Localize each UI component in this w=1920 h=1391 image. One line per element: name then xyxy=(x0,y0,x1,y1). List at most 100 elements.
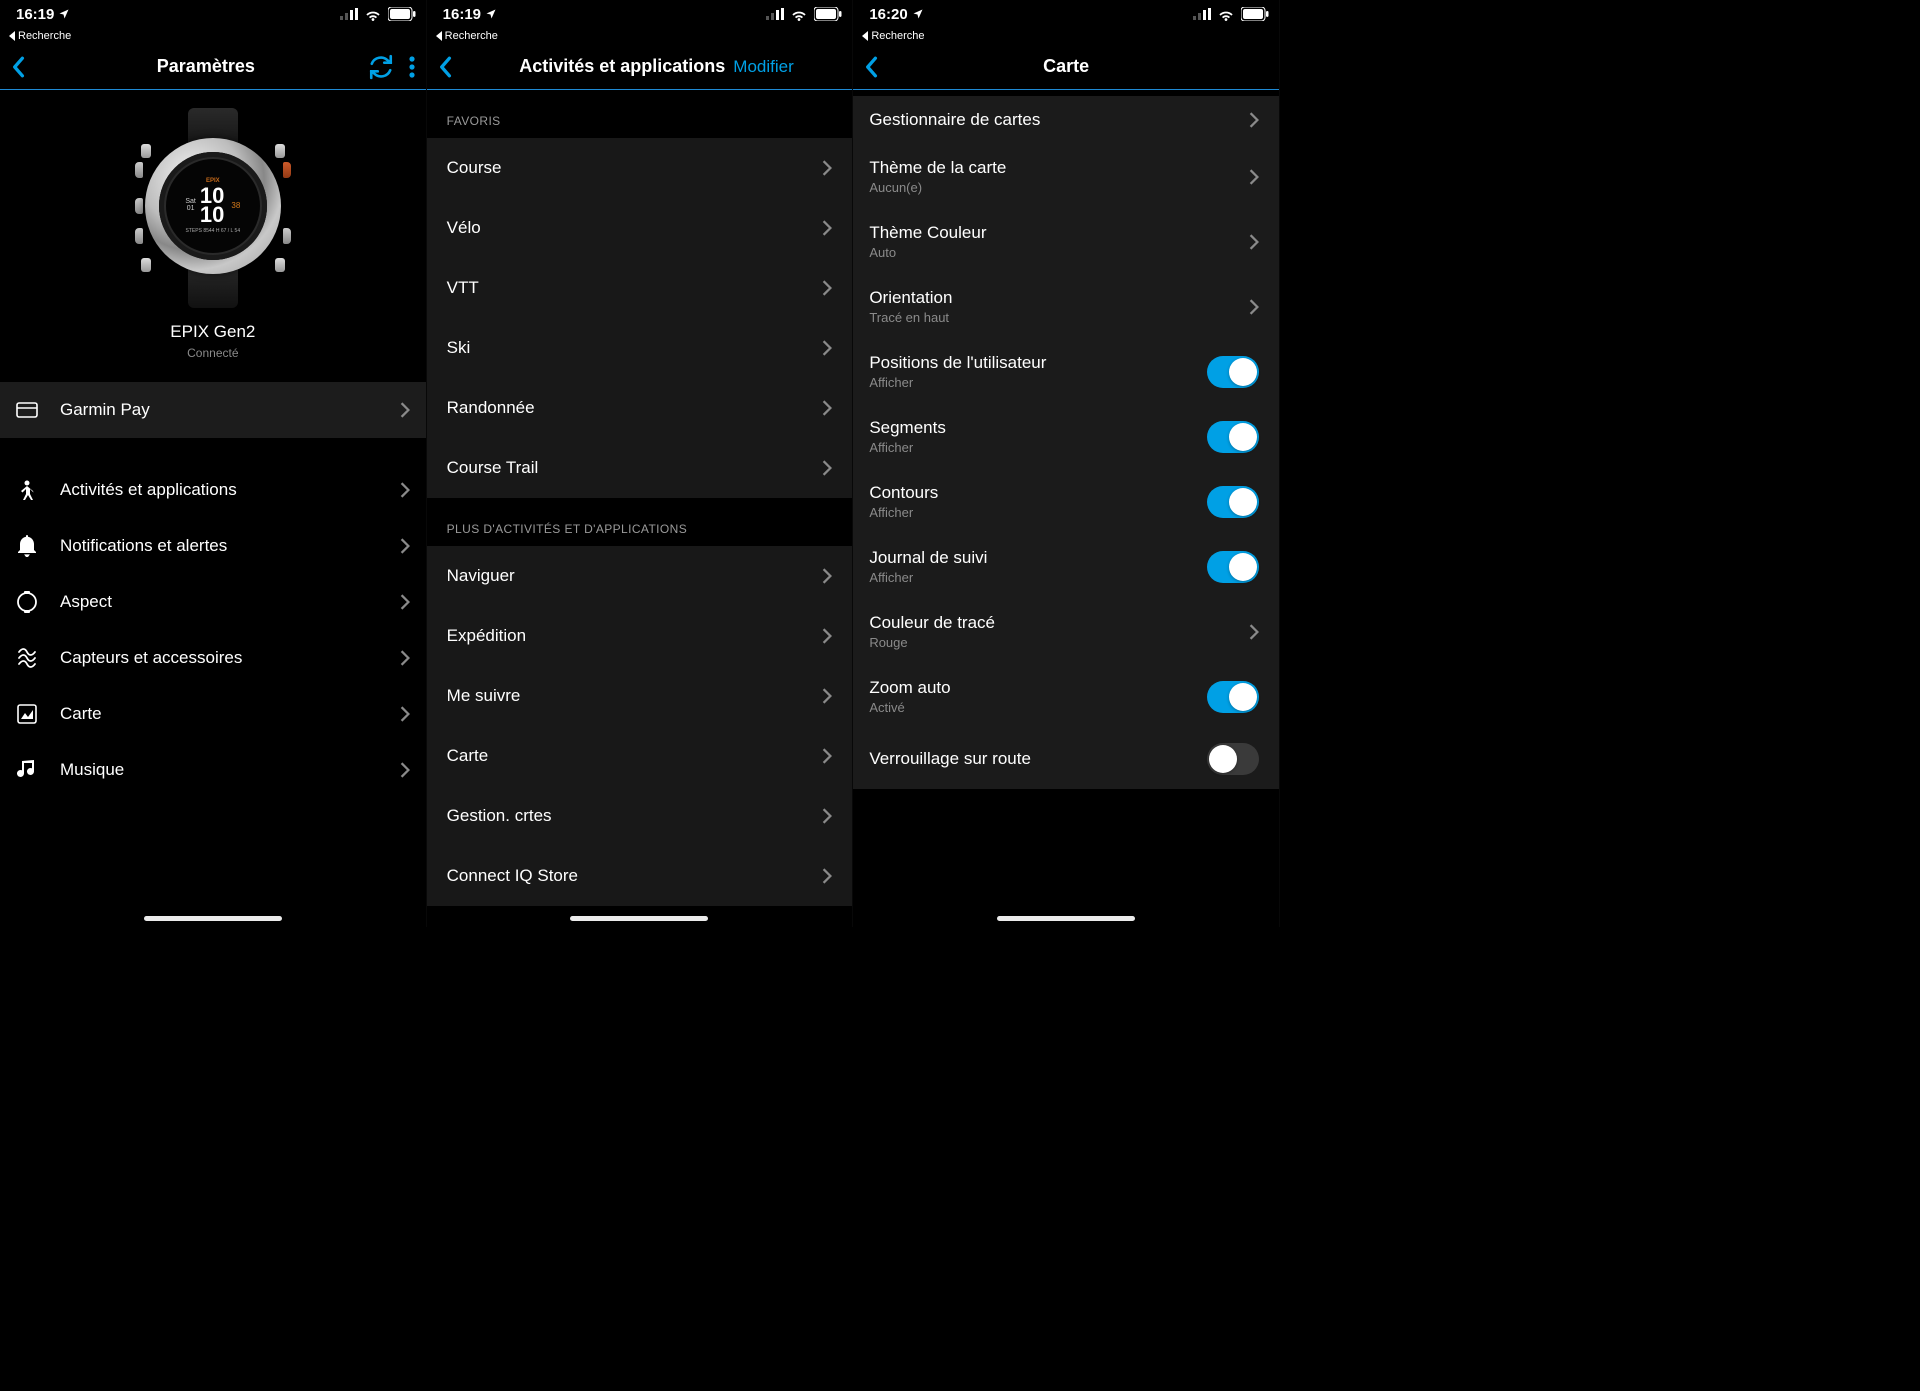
row-label: Course Trail xyxy=(447,458,539,478)
carte-row[interactable]: Contours Afficher xyxy=(853,469,1279,534)
chevron-right-icon xyxy=(1249,169,1259,185)
carte-row[interactable]: Couleur de tracé Rouge xyxy=(853,599,1279,664)
row-title: Positions de l'utilisateur xyxy=(869,353,1046,373)
pane-activities: 16:19 Recherche Activités et application… xyxy=(427,0,854,927)
row-label: Naviguer xyxy=(447,566,515,586)
device-hero: EPIX Sat01 1010 38 STEPS 8544 H 67 / L 5… xyxy=(0,90,426,382)
row-label: Musique xyxy=(60,760,124,780)
chevron-right-icon xyxy=(400,650,410,666)
row-title: Journal de suivi xyxy=(869,548,987,568)
carte-row[interactable]: Positions de l'utilisateurAfficher xyxy=(853,339,1279,404)
chevron-right-icon xyxy=(1249,624,1259,640)
toggle-switch[interactable] xyxy=(1207,743,1259,775)
cellular-icon xyxy=(340,8,358,20)
row-icon xyxy=(16,647,38,669)
carte-row[interactable]: Journal de suiviAfficher xyxy=(853,534,1279,599)
chevron-right-icon xyxy=(822,808,832,824)
chevron-right-icon xyxy=(822,568,832,584)
wifi-icon xyxy=(364,8,382,21)
activity-row[interactable]: Connect IQ Store xyxy=(427,846,853,906)
toggle-switch[interactable] xyxy=(1207,551,1259,583)
chevron-right-icon xyxy=(822,688,832,704)
chevron-right-icon xyxy=(400,482,410,498)
pane-settings: 16:19 Recherche Paramètres xyxy=(0,0,427,927)
settings-row[interactable]: Capteurs et accessoires xyxy=(0,630,426,686)
activity-row[interactable]: Naviguer xyxy=(427,546,853,606)
chevron-right-icon xyxy=(400,402,410,418)
carte-row[interactable]: Thème CouleurAuto xyxy=(853,209,1279,274)
activity-row[interactable]: Expédition xyxy=(427,606,853,666)
row-title: Couleur de tracé xyxy=(869,613,995,633)
row-label: Me suivre xyxy=(447,686,521,706)
toggle-switch[interactable] xyxy=(1207,356,1259,388)
activity-row[interactable]: Randonnée xyxy=(427,378,853,438)
activity-row[interactable]: Course Trail xyxy=(427,438,853,498)
row-label: Notifications et alertes xyxy=(60,536,227,556)
location-icon xyxy=(912,8,924,20)
carte-row[interactable]: Gestionnaire de cartes xyxy=(853,96,1279,144)
activity-row[interactable]: VTT xyxy=(427,258,853,318)
home-indicator[interactable] xyxy=(144,916,282,921)
back-button[interactable] xyxy=(10,50,44,84)
chevron-right-icon xyxy=(822,280,832,296)
edit-button[interactable]: Modifier xyxy=(733,57,793,77)
row-subtitle: Rouge xyxy=(869,635,995,650)
carte-row[interactable]: SegmentsAfficher xyxy=(853,404,1279,469)
section-favoris: FAVORIS xyxy=(427,90,853,138)
device-status: Connecté xyxy=(0,346,426,360)
toggle-switch[interactable] xyxy=(1207,681,1259,713)
row-label: Expédition xyxy=(447,626,526,646)
ios-back-recherche[interactable]: Recherche xyxy=(427,28,853,44)
status-bar: 16:19 xyxy=(427,0,853,28)
row-icon xyxy=(16,591,38,613)
ios-back-recherche[interactable]: Recherche xyxy=(0,28,426,44)
home-indicator[interactable] xyxy=(997,916,1135,921)
chevron-right-icon xyxy=(822,220,832,236)
activity-row[interactable]: Ski xyxy=(427,318,853,378)
toggle-switch[interactable] xyxy=(1207,421,1259,453)
home-indicator[interactable] xyxy=(570,916,708,921)
status-time: 16:20 xyxy=(869,6,907,23)
row-title: Contours xyxy=(869,483,938,503)
row-subtitle: Afficher xyxy=(869,505,938,520)
carte-row[interactable]: OrientationTracé en haut xyxy=(853,274,1279,339)
activity-row[interactable]: Gestion. crtes xyxy=(427,786,853,846)
activity-row[interactable]: Course xyxy=(427,138,853,198)
cellular-icon xyxy=(1193,8,1211,20)
status-bar: 16:19 xyxy=(0,0,426,28)
back-button[interactable] xyxy=(863,50,897,84)
activity-row[interactable]: Me suivre xyxy=(427,666,853,726)
row-subtitle: Tracé en haut xyxy=(869,310,952,325)
row-title: Zoom auto xyxy=(869,678,950,698)
ios-back-recherche[interactable]: Recherche xyxy=(853,28,1279,44)
row-label: Connect IQ Store xyxy=(447,866,578,886)
settings-row[interactable]: Activités et applications xyxy=(0,462,426,518)
toggle-switch[interactable] xyxy=(1207,486,1259,518)
chevron-right-icon xyxy=(822,160,832,176)
location-icon xyxy=(485,8,497,20)
row-title: Gestionnaire de cartes xyxy=(869,110,1040,130)
battery-icon xyxy=(388,7,416,21)
back-button[interactable] xyxy=(437,50,471,84)
carte-row[interactable]: Verrouillage sur route xyxy=(853,729,1279,789)
sync-icon[interactable] xyxy=(368,54,394,80)
device-name: EPIX Gen2 xyxy=(0,322,426,342)
row-label: Course xyxy=(447,158,502,178)
row-title: Thème Couleur xyxy=(869,223,986,243)
chevron-right-icon xyxy=(822,340,832,356)
garmin-pay-row[interactable]: Garmin Pay xyxy=(0,382,426,438)
settings-row[interactable]: Aspect xyxy=(0,574,426,630)
more-icon[interactable] xyxy=(408,55,416,79)
settings-row[interactable]: Notifications et alertes xyxy=(0,518,426,574)
activity-row[interactable]: Vélo xyxy=(427,198,853,258)
carte-row[interactable]: Thème de la carteAucun(e) xyxy=(853,144,1279,209)
settings-row[interactable]: Carte xyxy=(0,686,426,742)
battery-icon xyxy=(1241,7,1269,21)
row-title: Verrouillage sur route xyxy=(869,749,1031,769)
chevron-right-icon xyxy=(1249,234,1259,250)
settings-row[interactable]: Musique xyxy=(0,742,426,798)
activity-row[interactable]: Carte xyxy=(427,726,853,786)
carte-row[interactable]: Zoom autoActivé xyxy=(853,664,1279,729)
chevron-right-icon xyxy=(400,594,410,610)
row-label: VTT xyxy=(447,278,479,298)
